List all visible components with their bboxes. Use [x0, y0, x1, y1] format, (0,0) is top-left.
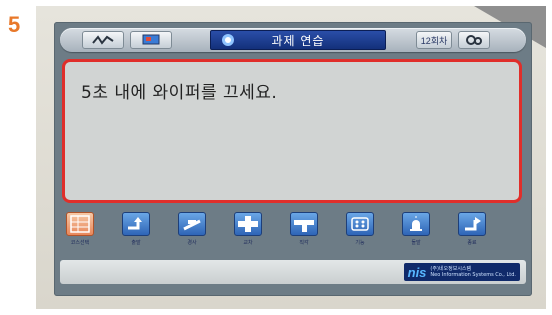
- logo-main-text: nis: [407, 264, 427, 280]
- crossroad-label: 교차: [243, 240, 253, 246]
- function-label: 기능: [355, 240, 365, 246]
- right-angle-button[interactable]: 직각: [284, 210, 324, 250]
- task-icon-bar: 코스선택 출발 경사 교차 직각 기능 돌발 종료: [58, 210, 528, 258]
- finish-label: 종료: [467, 240, 477, 246]
- title-shield-icon: [222, 34, 234, 46]
- course-select-button[interactable]: 코스선택: [60, 210, 100, 250]
- car-icon: [183, 219, 201, 231]
- monitor-icon: [142, 34, 160, 45]
- session-count-label: 12회차: [420, 35, 448, 46]
- function-button[interactable]: 기능: [340, 210, 380, 250]
- emergency-label: 돌발: [411, 240, 421, 246]
- step-number: 5: [8, 12, 21, 37]
- right-angle-label: 직각: [299, 240, 309, 246]
- t-junction-icon: [294, 220, 314, 232]
- settings-button[interactable]: [458, 31, 490, 49]
- top-toolbar: 과제 연습 12회차: [60, 28, 526, 52]
- signal-wave-icon: [92, 35, 114, 45]
- session-count-button[interactable]: 12회차: [416, 31, 452, 49]
- start-label: 출발: [131, 240, 141, 246]
- dashboard-icon: [351, 217, 369, 231]
- status-bar: nis (주)네오정보시스템 Neo Information Systems C…: [60, 260, 526, 284]
- turn-right-icon: [128, 217, 142, 230]
- start-button[interactable]: 출발: [116, 210, 156, 250]
- logo-subtext: (주)네오정보시스템 Neo Information Systems Co., …: [430, 266, 516, 278]
- crossroad-button[interactable]: 교차: [228, 210, 268, 250]
- screen-title: 과제 연습: [210, 30, 386, 50]
- crossroad-icon: [238, 216, 258, 232]
- slope-button[interactable]: 경사: [172, 210, 212, 250]
- logo-sub-english: Neo Information Systems Co., Ltd.: [430, 272, 516, 278]
- emergency-light-icon: [410, 216, 422, 231]
- instruction-text: 5초 내에 와이퍼를 끄세요.: [81, 83, 278, 103]
- finish-button[interactable]: 종료: [452, 210, 492, 250]
- course-select-label: 코스선택: [70, 240, 90, 246]
- emergency-button[interactable]: 돌발: [396, 210, 436, 250]
- instruction-panel: 5초 내에 와이퍼를 끄세요.: [62, 59, 522, 203]
- settings-gears-icon: [466, 35, 482, 45]
- finish-icon: [465, 217, 481, 231]
- slope-label: 경사: [187, 240, 197, 246]
- photo-frame: 과제 연습 12회차 5초 내에 와이퍼를 끄세요. 코스선택 출발 경사 교차…: [36, 6, 546, 309]
- map-grid-icon: [70, 215, 90, 233]
- device-screen: 과제 연습 12회차 5초 내에 와이퍼를 끄세요. 코스선택 출발 경사 교차…: [54, 22, 532, 296]
- screen-title-text: 과제 연습: [271, 33, 325, 48]
- signal-button[interactable]: [82, 31, 124, 49]
- company-logo: nis (주)네오정보시스템 Neo Information Systems C…: [403, 263, 520, 281]
- monitor-button[interactable]: [130, 31, 172, 49]
